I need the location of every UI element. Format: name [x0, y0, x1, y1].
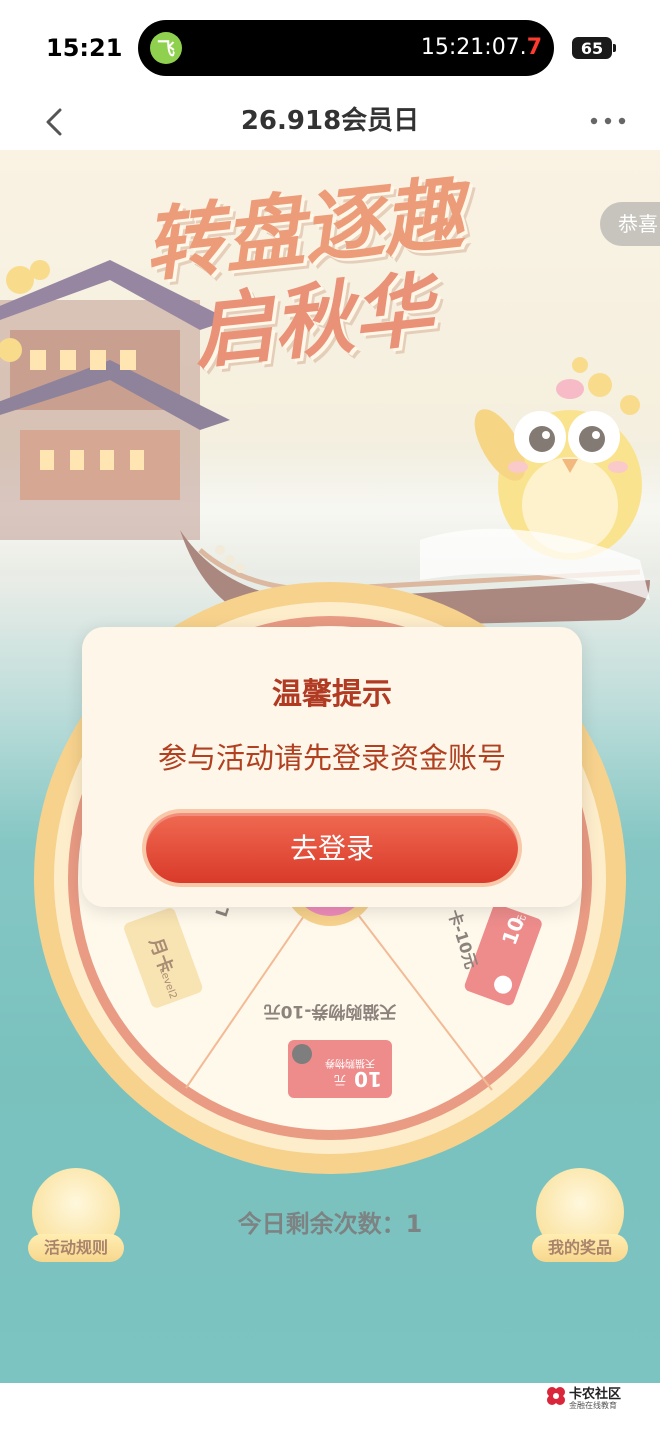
kanong-logo-icon [547, 1387, 565, 1405]
island-clock-main: 15:21:07. [420, 35, 527, 60]
app-icon: 飞 [150, 32, 182, 64]
login-prompt-dialog: 温馨提示 参与活动请先登录资金账号 去登录 [82, 627, 582, 907]
page-title: 26.918会员日 [240, 106, 420, 136]
battery-icon: 65 [572, 37, 612, 59]
watermark: 卡农社区 金融在线教育 [545, 1385, 655, 1425]
battery-tip [613, 44, 616, 52]
dynamic-island[interactable]: 飞 15:21:07.7 [138, 20, 554, 76]
island-clock: 15:21:07.7 [421, 35, 542, 60]
go-login-button[interactable]: 去登录 [146, 813, 518, 883]
status-time: 15:21 [46, 34, 123, 62]
bottom-bar: 卡农社区 金融在线教育 [0, 1383, 660, 1434]
dialog-message: 参与活动请先登录资金账号 [157, 741, 506, 775]
nav-bar: 26.918会员日 [0, 96, 660, 150]
dialog-title: 温馨提示 [272, 677, 392, 712]
island-clock-tenth: 7 [526, 35, 542, 60]
status-bar: 15:21 飞 15:21:07.7 65 [0, 0, 660, 96]
more-dots-icon[interactable] [588, 114, 628, 128]
watermark-sub: 金融在线教育 [569, 1401, 617, 1410]
